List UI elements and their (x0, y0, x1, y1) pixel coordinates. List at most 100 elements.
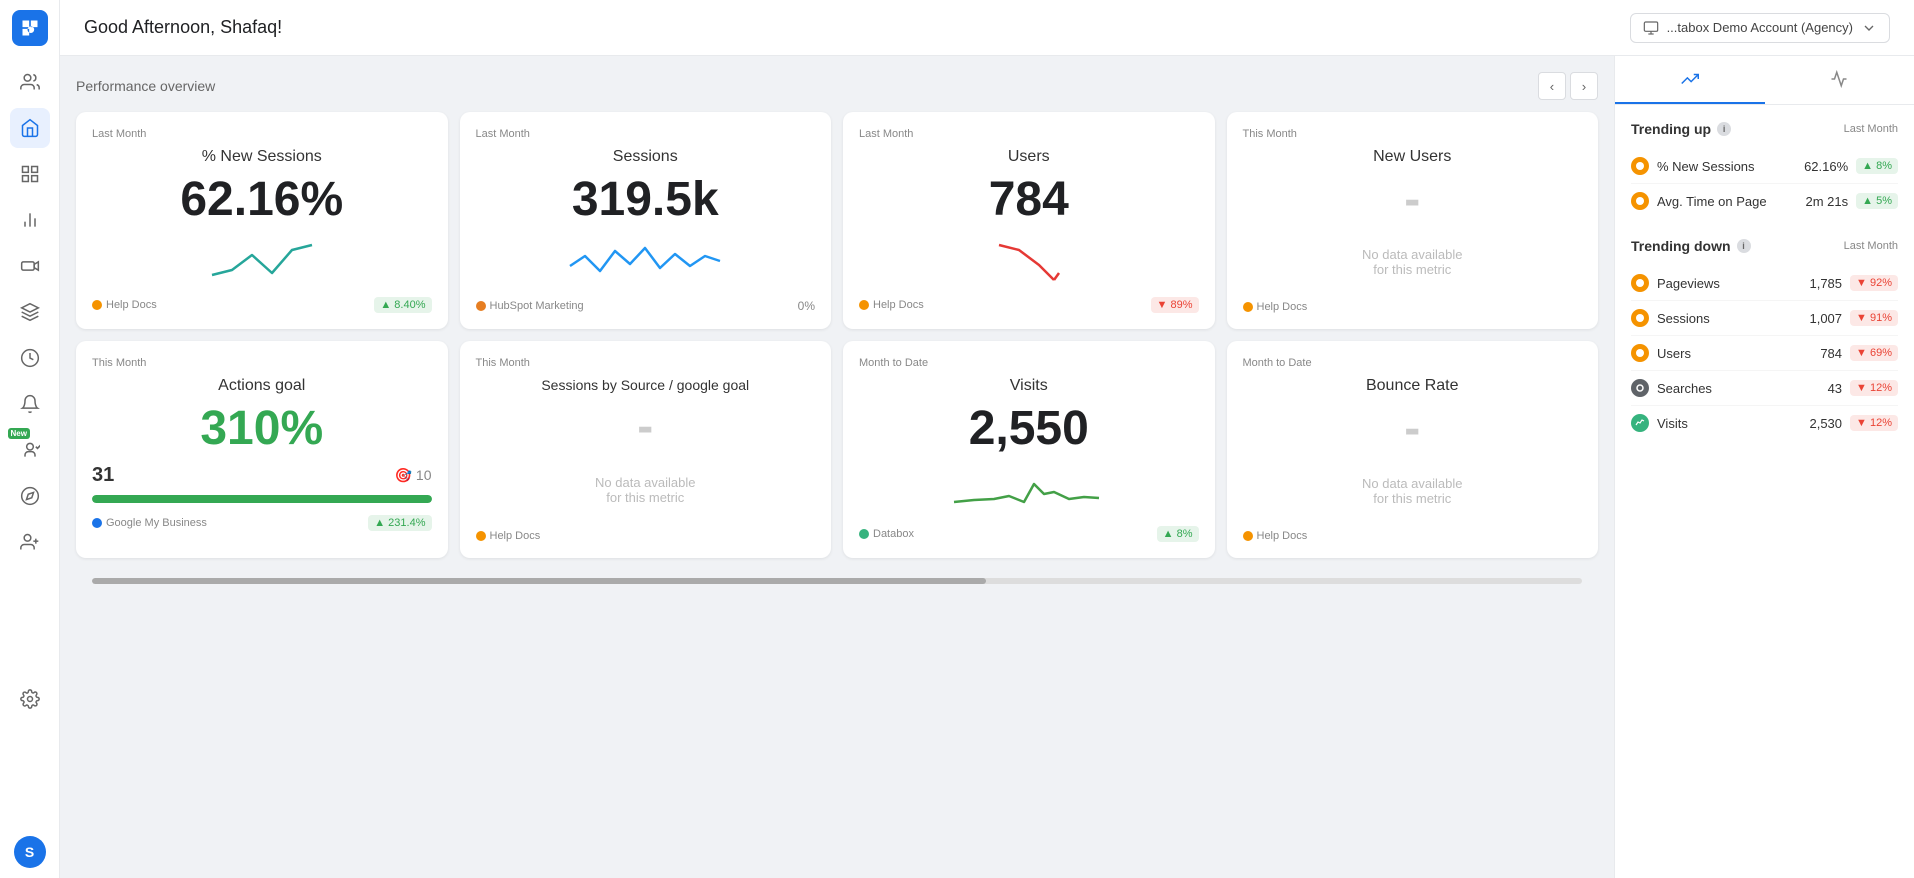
sidebar-item-clock[interactable] (10, 338, 50, 378)
card-sessions-source: This Month Sessions by Source / google g… (460, 341, 832, 558)
trending-row: Searches 43 ▼ 12% (1631, 371, 1898, 406)
trending-item-value: 43 ▼ 12% (1828, 380, 1898, 396)
tab-trending[interactable] (1615, 56, 1765, 104)
card-source: Help Docs (92, 299, 157, 311)
card-value: 2,550 (859, 403, 1199, 456)
source-label: HubSpot Marketing (490, 300, 584, 312)
app-logo[interactable] (12, 10, 48, 46)
sidebar: New S (0, 0, 60, 878)
card-source: Help Docs (859, 299, 924, 311)
source-icon (476, 301, 486, 311)
card-footer: Help Docs (1243, 530, 1583, 542)
next-arrow[interactable]: › (1570, 72, 1598, 100)
trending-icon (1631, 309, 1649, 327)
trend-badge: ▼ 12% (1850, 380, 1898, 396)
trending-row: % New Sessions 62.16% ▲ 8% (1631, 149, 1898, 184)
source-icon (1243, 531, 1253, 541)
card-period: Month to Date (1243, 357, 1583, 369)
change-badge: ▲ 231.4% (368, 515, 431, 531)
source-label: Help Docs (1257, 530, 1308, 542)
trending-icon (1631, 274, 1649, 292)
user-avatar[interactable]: S (14, 836, 46, 868)
source-icon (92, 300, 102, 310)
card-value: - (1243, 403, 1583, 456)
no-data-label: No data availablefor this metric (1243, 464, 1583, 518)
sidebar-item-new-feature[interactable]: New (10, 430, 50, 470)
change-badge: 0% (798, 299, 815, 313)
card-period: This Month (1243, 128, 1583, 140)
card-source: Help Docs (1243, 301, 1308, 313)
goal-current: 31 (92, 464, 114, 487)
trending-item-label: Searches (1631, 379, 1712, 397)
card-footer: Help Docs ▼ 89% (859, 297, 1199, 313)
card-footer: HubSpot Marketing 0% (476, 299, 816, 313)
trending-up-section: Trending up i Last Month % New Sessions (1631, 121, 1898, 218)
dashboard: Performance overview ‹ › Last Month % Ne… (60, 56, 1914, 878)
trending-item-label: Visits (1631, 414, 1688, 432)
goal-target: 🎯 10 (395, 467, 432, 484)
card-title: Sessions by Source / google goal (476, 377, 816, 393)
trending-icon (1631, 379, 1649, 397)
card-title: Users (859, 148, 1199, 166)
card-period: This Month (476, 357, 816, 369)
source-label: Help Docs (873, 299, 924, 311)
info-icon[interactable]: i (1717, 122, 1731, 136)
change-badge: ▼ 89% (1151, 297, 1199, 313)
card-chart (92, 235, 432, 285)
trending-up-period: Last Month (1844, 123, 1898, 135)
sidebar-item-team[interactable] (10, 522, 50, 562)
card-period: Last Month (92, 128, 432, 140)
progress-bar (92, 495, 432, 503)
trend-badge: ▼ 12% (1850, 415, 1898, 431)
sidebar-item-home[interactable] (10, 108, 50, 148)
sidebar-item-settings[interactable] (10, 679, 50, 719)
sidebar-item-number[interactable] (10, 154, 50, 194)
trending-item-label: Users (1631, 344, 1691, 362)
card-sessions: Last Month Sessions 319.5k HubSpot Marke… (460, 112, 832, 329)
sidebar-item-layers[interactable] (10, 292, 50, 332)
source-icon (1243, 302, 1253, 312)
source-icon (476, 531, 486, 541)
card-actions-goal: This Month Actions goal 310% 31 🎯 10 Goo… (76, 341, 448, 558)
sidebar-item-bell[interactable] (10, 384, 50, 424)
right-panel: Trending up i Last Month % New Sessions (1614, 56, 1914, 878)
overview-section: Performance overview ‹ › Last Month % Ne… (60, 56, 1614, 878)
card-period: This Month (92, 357, 432, 369)
trending-down-period: Last Month (1844, 240, 1898, 252)
source-label: Help Docs (1257, 301, 1308, 313)
trending-item-value: 2,530 ▼ 12% (1809, 415, 1898, 431)
card-footer: Help Docs (1243, 301, 1583, 313)
change-badge: ▲ 8% (1157, 526, 1199, 542)
scroll-bar-track[interactable] (92, 578, 1582, 584)
account-selector[interactable]: ...tabox Demo Account (Agency) (1630, 13, 1890, 43)
trending-item-value: 62.16% ▲ 8% (1804, 158, 1898, 174)
info-icon[interactable]: i (1737, 239, 1751, 253)
trending-row: Visits 2,530 ▼ 12% (1631, 406, 1898, 440)
sidebar-item-compass[interactable] (10, 476, 50, 516)
prev-arrow[interactable]: ‹ (1538, 72, 1566, 100)
trend-badge: ▼ 69% (1850, 345, 1898, 361)
trending-row: Pageviews 1,785 ▼ 92% (1631, 266, 1898, 301)
card-title: New Users (1243, 148, 1583, 166)
trending-item-label: Pageviews (1631, 274, 1720, 292)
trending-row: Avg. Time on Page 2m 21s ▲ 5% (1631, 184, 1898, 218)
sidebar-item-user-group[interactable] (10, 62, 50, 102)
trending-up-title: Trending up i (1631, 121, 1731, 137)
card-title: Visits (859, 377, 1199, 395)
change-badge: ▲ 8.40% (374, 297, 431, 313)
sidebar-item-chart[interactable] (10, 200, 50, 240)
card-footer: Google My Business ▲ 231.4% (92, 515, 432, 531)
cards-grid: Last Month % New Sessions 62.16% Help Do… (76, 112, 1598, 558)
source-icon (859, 529, 869, 539)
account-name: ...tabox Demo Account (Agency) (1667, 20, 1853, 35)
tab-activity[interactable] (1765, 56, 1914, 104)
trending-item-label: % New Sessions (1631, 157, 1755, 175)
sidebar-item-video[interactable] (10, 246, 50, 286)
trend-badge: ▼ 92% (1850, 275, 1898, 291)
panel-tabs (1615, 56, 1914, 105)
trending-icon (1631, 414, 1649, 432)
trending-item-value: 784 ▼ 69% (1820, 345, 1898, 361)
trend-badge: ▲ 8% (1856, 158, 1898, 174)
trending-item-value: 1,785 ▼ 92% (1809, 275, 1898, 291)
card-visits: Month to Date Visits 2,550 Databox ▲ 8% (843, 341, 1215, 558)
